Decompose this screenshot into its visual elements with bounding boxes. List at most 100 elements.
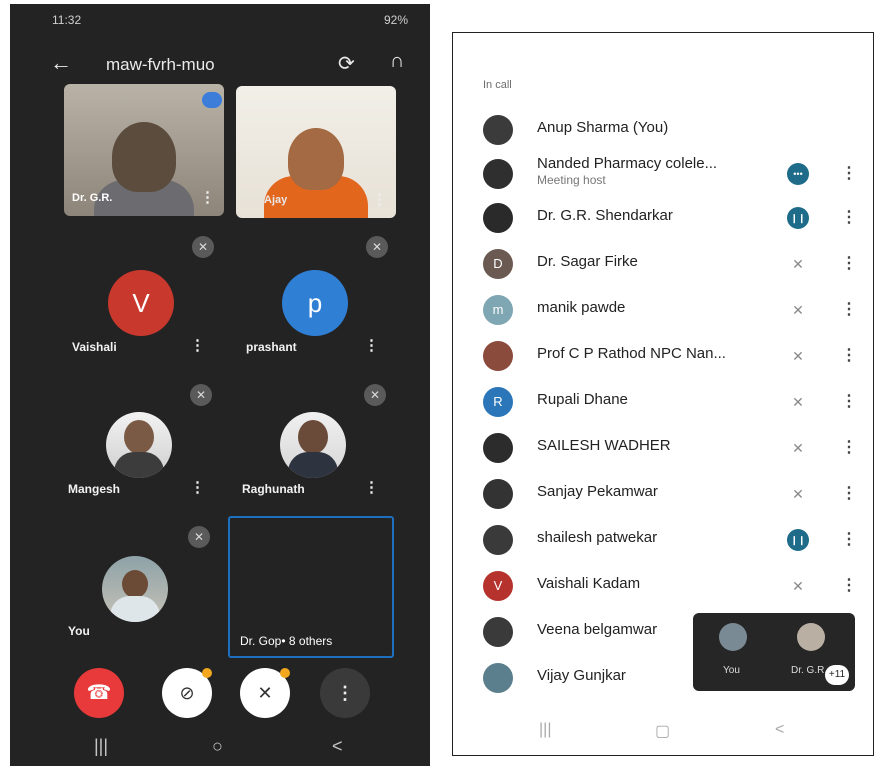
warning-dot-icon [202, 668, 212, 678]
status-bar: 11:32 92% [10, 4, 430, 38]
meeting-code[interactable]: maw-fvrh-muo [106, 55, 215, 75]
home-icon[interactable]: ▢ [655, 721, 670, 741]
avatar [719, 623, 747, 651]
avatar: m [483, 295, 513, 325]
more-vert-icon[interactable]: ⋮ [200, 188, 215, 206]
warning-dot-icon [280, 668, 290, 678]
avatar [797, 623, 825, 651]
participant-name: Dr. G.R. Shendarkar [537, 207, 673, 224]
recents-icon[interactable]: ||| [539, 721, 551, 739]
participant-name: SAILESH WADHER [537, 437, 671, 454]
mic-off-icon: ✕ [257, 683, 273, 703]
status-time: 11:32 [52, 13, 82, 27]
avatar [483, 617, 513, 647]
avatar [483, 203, 513, 233]
more-vert-icon[interactable]: ⋮ [841, 345, 857, 365]
preview-label: You [723, 665, 740, 676]
back-arrow-icon[interactable]: ← [50, 50, 72, 76]
video-feed [288, 128, 344, 190]
mic-off-icon: ✕ [192, 236, 214, 258]
avatar: p [282, 270, 348, 336]
participant-name: Dr. Sagar Firke [537, 253, 638, 270]
participant-row[interactable]: m manik pawde ✕ ⋮ [453, 295, 873, 339]
mic-off-icon: ✕ [792, 348, 804, 364]
mic-off-icon: ✕ [792, 394, 804, 410]
more-vert-icon[interactable]: ⋮ [841, 437, 857, 457]
mic-off-icon: ✕ [188, 526, 210, 548]
headphones-icon[interactable]: ∩ [390, 50, 404, 73]
participant-name: Vaishali Kadam [537, 575, 641, 592]
mic-off-icon: ✕ [792, 256, 804, 272]
avatar [483, 115, 513, 145]
more-vert-icon[interactable]: ⋮ [841, 575, 857, 595]
more-options-button[interactable]: ⋮ [320, 668, 370, 718]
more-vert-icon[interactable]: ⋮ [190, 336, 205, 354]
video-tile[interactable]: Ajay ⋮ [236, 86, 396, 218]
participant-row[interactable]: Prof C P Rathod NPC Nan... ✕ ⋮ [453, 341, 873, 385]
tile-name: You [68, 624, 90, 638]
more-vert-icon[interactable]: ⋮ [372, 190, 387, 208]
participant-name: Rupali Dhane [537, 391, 628, 408]
participant-row[interactable]: shailesh patwekar ❙❙ ⋮ [453, 525, 873, 569]
back-icon[interactable]: < [775, 721, 784, 739]
participant-name: Sanjay Pekamwar [537, 483, 658, 500]
participant-name: Prof C P Rathod NPC Nan... [537, 345, 726, 362]
others-count-badge: +11 [825, 665, 849, 685]
avatar: V [483, 571, 513, 601]
avatar: R [483, 387, 513, 417]
participant-row[interactable]: R Rupali Dhane ✕ ⋮ [453, 387, 873, 431]
more-vert-icon[interactable]: ⋮ [841, 253, 857, 273]
more-vert-icon[interactable]: ⋮ [841, 483, 857, 503]
avatar [102, 556, 168, 622]
more-vert-icon[interactable]: ⋮ [841, 207, 857, 227]
participant-row[interactable]: Sanjay Pekamwar ✕ ⋮ [453, 479, 873, 523]
meeting-screen: 11:32 92% ← maw-fvrh-muo ⟳ ∩ Dr. G.R. ⋮ … [10, 4, 430, 766]
floating-call-preview[interactable]: You Dr. G.R. +11 [693, 613, 855, 691]
more-vert-icon: ⋮ [336, 683, 354, 703]
avatar [483, 525, 513, 555]
camera-off-icon: ⊘ [179, 683, 195, 703]
speaking-indicator-icon: ❙❙ [787, 529, 809, 551]
tile-name: Raghunath [242, 482, 305, 496]
participant-row[interactable]: Nanded Pharmacy colele... Meeting host •••… [453, 155, 873, 203]
camera-rotate-icon[interactable]: ⟳ [338, 51, 355, 76]
recents-icon[interactable]: ||| [94, 736, 108, 757]
tile-name: Dr. Gop• 8 others [240, 634, 333, 648]
home-icon[interactable]: ○ [212, 736, 223, 757]
participant-row[interactable]: SAILESH WADHER ✕ ⋮ [453, 433, 873, 477]
more-vert-icon[interactable]: ⋮ [364, 336, 379, 354]
more-vert-icon[interactable]: ⋮ [190, 478, 205, 496]
participant-row[interactable]: D Dr. Sagar Firke ✕ ⋮ [453, 249, 873, 293]
tile-name: Ajay [264, 194, 288, 206]
more-vert-icon[interactable]: ⋮ [364, 478, 379, 496]
end-call-button[interactable]: ☎ [74, 668, 124, 718]
video-tile[interactable]: Dr. G.R. ⋮ [64, 84, 224, 216]
call-header: ← maw-fvrh-muo ⟳ ∩ [10, 44, 430, 84]
tile-name: Dr. G.R. [72, 192, 113, 204]
participant-name: Vijay Gunjkar [537, 667, 626, 684]
more-vert-icon[interactable]: ⋮ [841, 529, 857, 549]
participant-role: Meeting host [537, 173, 606, 187]
participant-row[interactable]: Dr. G.R. Shendarkar ❙❙ ⋮ [453, 203, 873, 247]
tile-name: Mangesh [68, 482, 121, 496]
phone-hangup-icon: ☎ [86, 682, 112, 704]
video-feed [112, 122, 176, 192]
avatar [106, 412, 172, 478]
avatar: D [483, 249, 513, 279]
more-vert-icon[interactable]: ⋮ [841, 299, 857, 319]
more-vert-icon[interactable]: ⋮ [841, 391, 857, 411]
speaking-indicator-icon [202, 92, 222, 108]
back-icon[interactable]: < [332, 736, 343, 757]
more-vert-icon[interactable]: ⋮ [841, 163, 857, 183]
avatar: V [108, 270, 174, 336]
mic-off-icon: ✕ [190, 384, 212, 406]
participant-name: Anup Sharma (You) [537, 119, 669, 136]
avatar [483, 159, 513, 189]
participant-row[interactable]: V Vaishali Kadam ✕ ⋮ [453, 571, 873, 615]
avatar [483, 341, 513, 371]
mic-off-icon: ✕ [792, 440, 804, 456]
mic-off-icon: ✕ [792, 578, 804, 594]
others-tile[interactable]: Dr. Gop• 8 others [228, 516, 394, 658]
participant-row[interactable]: Anup Sharma (You) [453, 115, 873, 159]
participant-name: shailesh patwekar [537, 529, 658, 546]
